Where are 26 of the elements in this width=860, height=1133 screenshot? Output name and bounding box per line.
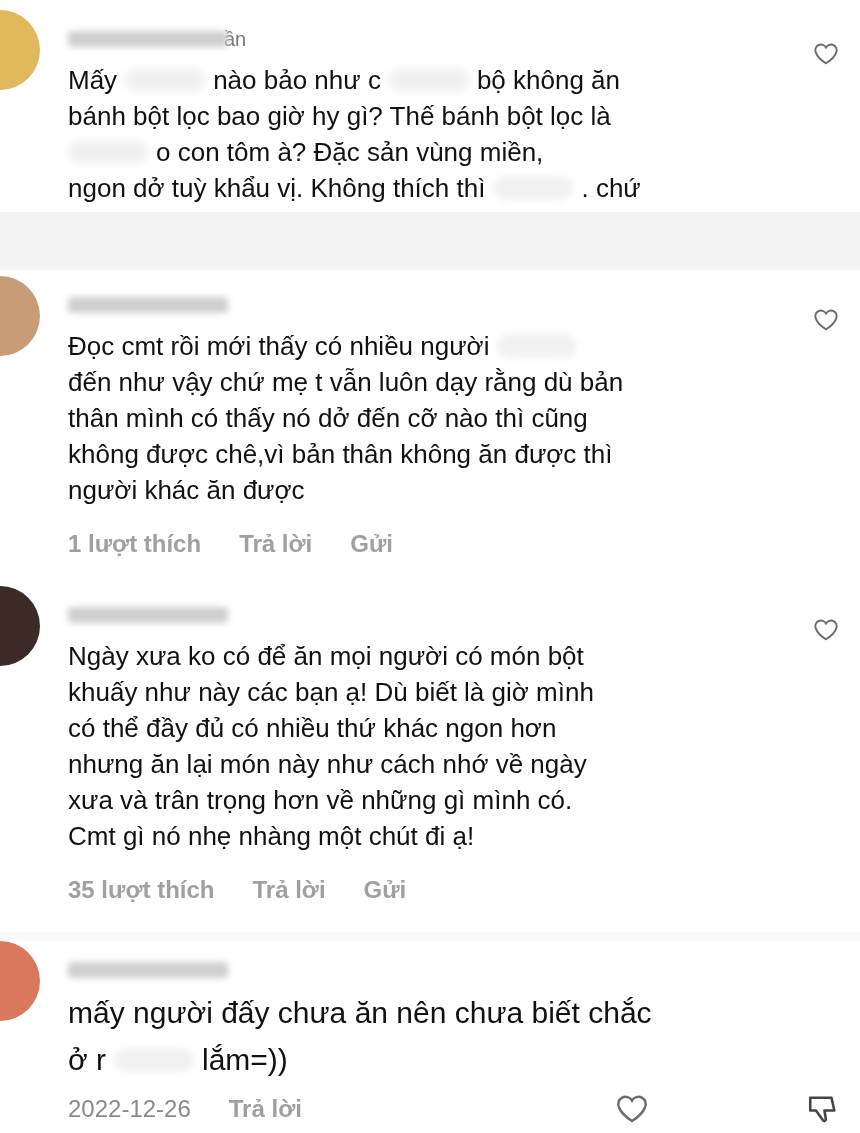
comment-line: Ngày xưa ko có để ăn mọi người có món bột [68,639,585,673]
send-link[interactable]: Gửi [363,871,407,908]
comment-line: thân mình có thấy nó dở đến cỡ nào thì cũng [68,401,589,435]
username-fragment: ần [224,27,247,52]
reply-link[interactable]: Trả lời [239,525,313,562]
comment-line: o con tôm à? Đặc sản vùng miền, [68,134,812,170]
reply-link[interactable]: Trả lời [252,871,326,908]
comment-line: Mấy nào bảo như c bộ không ăn [68,64,622,97]
comment-line: không được chê,vì bản thân không ăn được thì [68,437,614,471]
comment-line: Cmt gì nó nhẹ nhàng một chút đi ạ! [68,819,476,853]
comment-line: mấy người đấy chưa ăn nên chưa biết chắc [68,995,653,1031]
comment-line: người khác ăn được [68,473,306,507]
send-link[interactable]: Gửi [350,525,393,562]
reply-link[interactable]: Trả lời [228,1091,302,1127]
like-count[interactable]: 1 lượt thích [68,525,202,562]
comment-line: nhưng ăn lại món này như cách nhớ về ngày [68,747,588,781]
comment-line: ở r lắm=)) [68,1042,289,1078]
like-count[interactable]: 35 lượt thích [68,871,215,908]
comment-line: khuấy như này các bạn ạ! Dù biết là giờ mình [68,675,595,709]
comment-line: xưa và trân trọng hơn về những gì mình có. [68,783,574,817]
comment-line: bánh bột lọc bao giờ hy gì? Thế bánh bột lọc là [68,100,612,133]
comment-line: đến như vậy chứ mẹ t vẫn luôn dạy rằng dù bản [68,365,625,399]
comment-line: ngon dở tuỳ khẩu vị. Không thích thì . chứ [68,172,642,205]
comment-line: Đọc cmt rồi mới thấy có nhiều người [68,327,812,364]
comment-line: có thể đầy đủ có nhiều thứ khác ngon hơn [68,711,558,745]
comment-date: 2022-12-26 [68,1094,191,1124]
